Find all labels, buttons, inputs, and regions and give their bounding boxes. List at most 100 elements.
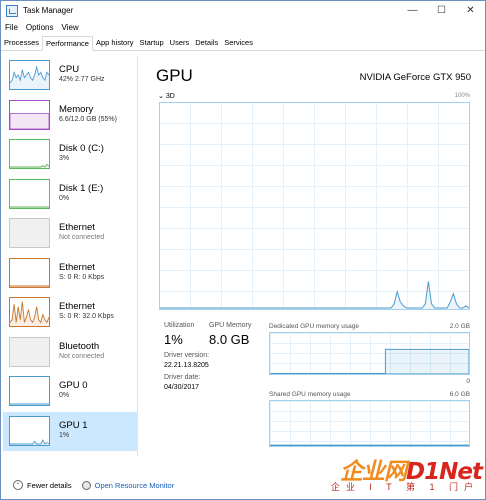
sidebar-item-subtitle: Not connected <box>59 234 105 241</box>
open-resource-monitor-link[interactable]: Open Resource Monitor <box>81 480 175 490</box>
utilization-value: 1% <box>164 332 183 347</box>
tab-users[interactable]: Users <box>167 36 193 51</box>
sidebar-thumbnail-graph <box>9 60 50 90</box>
sidebar-item-title: Disk 0 (C:) <box>59 143 104 154</box>
tab-app-history[interactable]: App history <box>93 36 137 51</box>
sidebar-item-title: GPU 1 <box>59 419 88 431</box>
watermark-logo: 企业网D1Net 企业 I T 第 1 门户 <box>312 448 483 496</box>
gpu-detail-panel: GPU NVIDIA GeForce GTX 950 ⌄ 3D 100% Uti… <box>151 56 476 456</box>
sidebar-thumbnail-graph <box>9 257 50 288</box>
sidebar-item-title: Ethernet <box>59 301 95 312</box>
sidebar-item-disk-0-c[interactable]: Disk 0 (C:) 3% <box>3 135 137 175</box>
maximize-button[interactable]: ☐ <box>427 1 456 20</box>
sidebar-item-subtitle: 6.6/12.0 GB (55%) <box>59 115 117 123</box>
tab-details[interactable]: Details <box>192 36 221 51</box>
title-bar: Task Manager — ☐ ✕ <box>1 1 485 20</box>
memory-usage-area <box>270 348 469 374</box>
menu-view[interactable]: View <box>57 23 82 32</box>
sidebar-item-title: CPU <box>59 64 80 75</box>
gpu-stats: Utilization 1% GPU Memory 8.0 GB Driver … <box>164 322 251 391</box>
sidebar-item-title: Disk 1 (E:) <box>59 182 104 194</box>
gpu-memory-label: GPU Memory <box>209 322 252 329</box>
sidebar-thumbnail-line <box>10 163 49 168</box>
sidebar-item-text: GPU 1 1% <box>59 420 88 439</box>
task-manager-icon <box>6 4 18 17</box>
engine-selector[interactable]: ⌄ 3D <box>158 92 175 100</box>
sidebar-thumbnail-graph <box>9 178 50 209</box>
sidebar-item-cpu[interactable]: CPU 42% 2.77 GHz <box>3 56 137 96</box>
dedicated-memory-graph <box>269 332 470 375</box>
sidebar-thumbnail-line <box>10 438 49 445</box>
sidebar-thumbnail-line <box>10 285 49 287</box>
sidebar-item-text: Ethernet Not connected <box>59 222 104 241</box>
sidebar-thumbnail-graph <box>9 99 50 130</box>
window-controls: — ☐ ✕ <box>398 1 485 20</box>
graph-max-label: 100% <box>454 93 470 99</box>
sidebar-item-title: Memory <box>59 103 94 115</box>
shared-memory-fill <box>270 444 469 446</box>
dedicated-memory-max: 2.0 GB <box>449 323 470 330</box>
memory-usage-area <box>270 444 469 446</box>
open-resource-monitor-label: Open Resource Monitor <box>94 480 175 490</box>
tab-performance[interactable]: Performance <box>42 36 93 51</box>
sidebar-item-gpu-1[interactable]: GPU 1 1% <box>3 411 137 451</box>
sidebar-thumbnail-graph <box>9 376 50 406</box>
sidebar-item-bluetooth[interactable]: Bluetooth Not connected <box>3 333 137 373</box>
utilization-series-line <box>160 281 469 309</box>
sidebar-item-title: Bluetooth <box>59 340 100 352</box>
tab-bar: Processes Performance App history Startu… <box>1 36 485 51</box>
sidebar-item-subtitle: 0% <box>59 194 70 202</box>
sidebar-item-text: Disk 0 (C:) 3% <box>59 143 104 162</box>
resource-monitor-icon <box>81 480 91 490</box>
sidebar-item-text: GPU 0 0% <box>59 380 88 399</box>
sidebar-item-ethernet[interactable]: Ethernet S: 0 R: 0 Kbps <box>3 254 137 294</box>
sidebar-item-disk-1-e[interactable]: Disk 1 (E:) 0% <box>3 175 137 215</box>
sidebar-thumbnail-line <box>10 301 49 326</box>
sidebar-thumbnail-line <box>10 403 49 405</box>
utilization-label: Utilization <box>164 322 195 329</box>
utilization-line <box>160 281 469 309</box>
chevron-up-icon: ⌃ <box>13 480 23 490</box>
sidebar-item-ethernet[interactable]: Ethernet Not connected <box>3 214 137 254</box>
sidebar-item-subtitle: 3% <box>59 155 70 162</box>
dedicated-memory-min: 0 <box>466 378 470 385</box>
menu-file[interactable]: File <box>1 23 22 32</box>
dedicated-memory-fill <box>270 348 469 374</box>
utilization-area <box>160 281 469 309</box>
sidebar-item-text: Disk 1 (E:) 0% <box>59 183 103 202</box>
shared-memory-graph <box>269 400 470 447</box>
sidebar-thumbnail-graph <box>9 218 50 248</box>
driver-date-label: Driver date: <box>164 374 201 381</box>
sidebar-item-ethernet[interactable]: Ethernet S: 0 R: 32.0 Kbps <box>3 293 137 333</box>
shared-memory-label: Shared GPU memory usage <box>269 391 351 398</box>
shared-memory-max: 6.0 GB <box>449 391 470 398</box>
tab-services[interactable]: Services <box>221 36 256 51</box>
sidebar-item-title: Ethernet <box>59 222 95 233</box>
resource-list: CPU 42% 2.77 GHz Memory 6.6/12.0 GB (55%) Di… <box>3 56 138 456</box>
sidebar-item-text: Ethernet S: 0 R: 32.0 Kbps <box>59 301 114 320</box>
sidebar-item-subtitle: 42% 2.77 GHz <box>59 76 105 83</box>
menu-bar: File Options View <box>1 20 83 34</box>
sidebar-item-subtitle: S: 0 R: 32.0 Kbps <box>59 313 114 320</box>
close-button[interactable]: ✕ <box>456 1 485 20</box>
tab-startup[interactable]: Startup <box>136 36 166 51</box>
sidebar-thumbnail-graph <box>9 297 50 327</box>
chevron-down-icon: ⌄ <box>158 93 164 100</box>
sidebar-item-title: Ethernet <box>59 261 95 273</box>
sidebar-thumbnail-graph <box>9 336 50 367</box>
sidebar-thumbnail-graph <box>9 415 50 446</box>
menu-options[interactable]: Options <box>22 23 58 32</box>
minimize-button[interactable]: — <box>398 1 427 20</box>
sidebar-thumbnail-line <box>10 219 49 247</box>
sidebar-item-text: Bluetooth Not connected <box>59 341 104 360</box>
sidebar-item-memory[interactable]: Memory 6.6/12.0 GB (55%) <box>3 96 137 136</box>
window-title: Task Manager <box>23 6 74 15</box>
sidebar-thumbnail-graph <box>9 139 50 169</box>
sidebar-item-gpu-0[interactable]: GPU 0 0% <box>3 372 137 412</box>
tab-processes[interactable]: Processes <box>1 36 42 51</box>
utilization-graph <box>159 102 470 310</box>
fewer-details-button[interactable]: ⌃ Fewer details <box>13 480 72 490</box>
driver-version-label: Driver version: <box>164 352 210 359</box>
gpu-model-name: NVIDIA GeForce GTX 950 <box>359 72 471 83</box>
sidebar-item-text: CPU 42% 2.77 GHz <box>59 64 105 83</box>
